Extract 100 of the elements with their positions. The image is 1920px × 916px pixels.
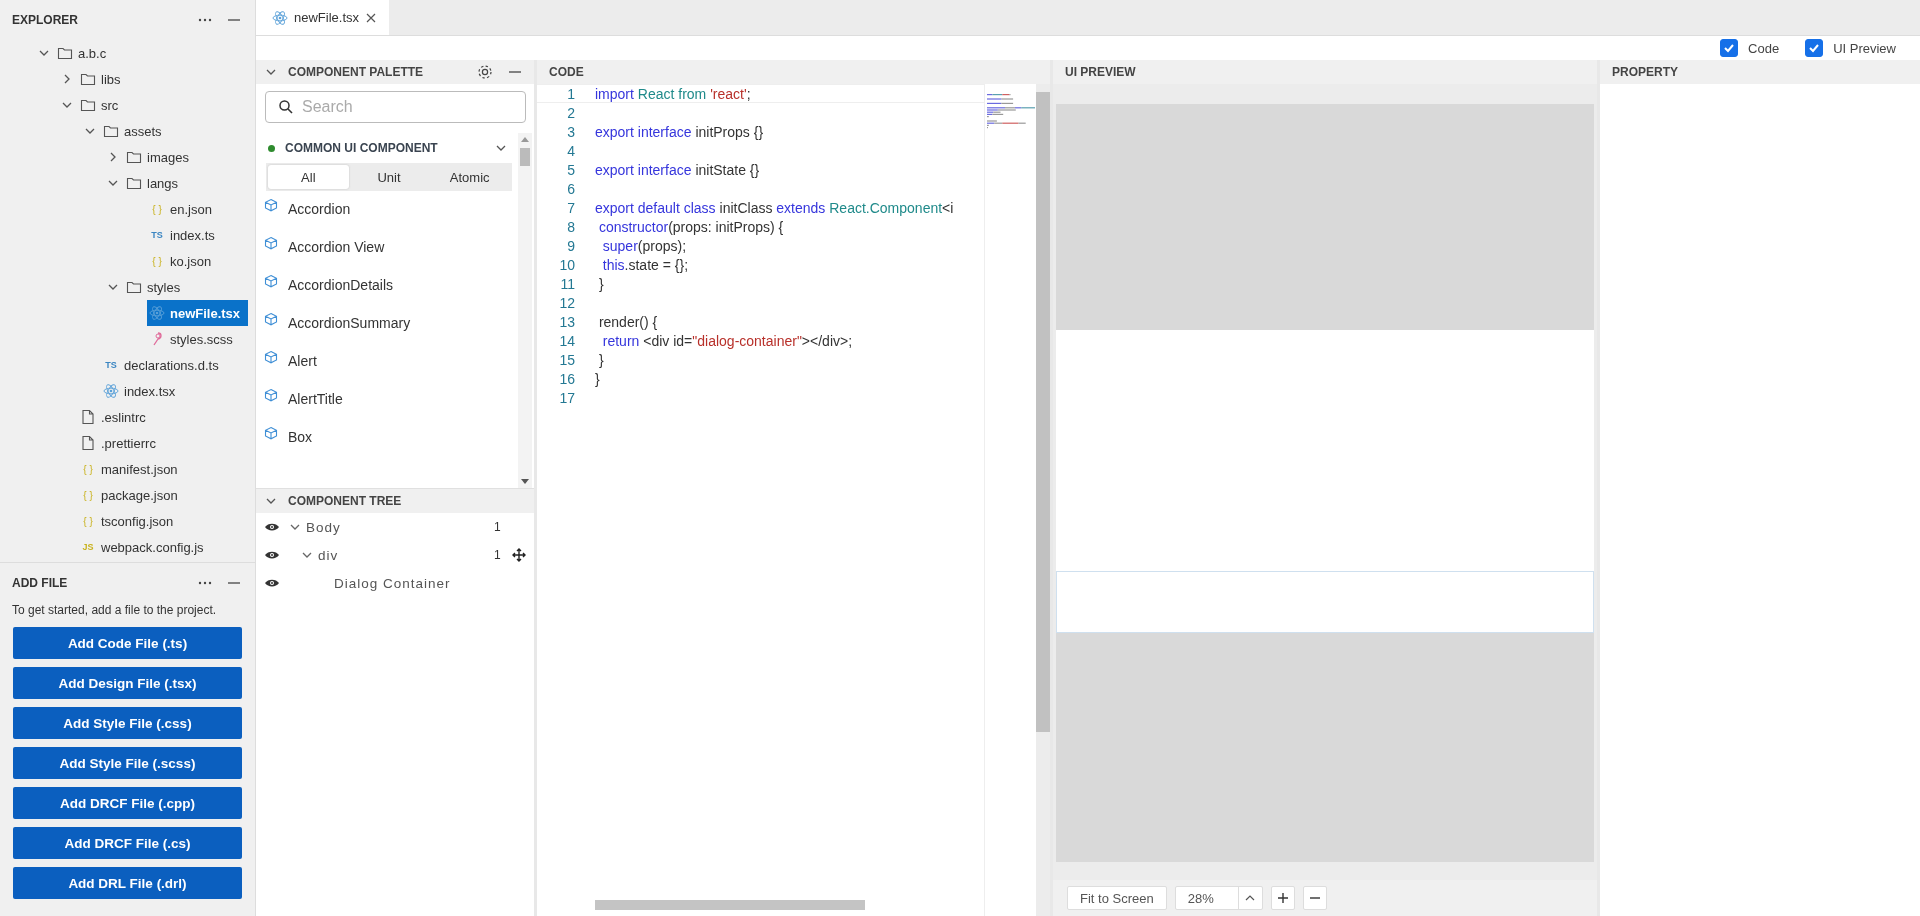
panel-title: EXPLORER <box>12 13 79 27</box>
scrollbar[interactable] <box>1036 84 1050 916</box>
panel-title: COMPONENT TREE <box>288 494 402 508</box>
zoom-out-button[interactable] <box>1302 886 1327 910</box>
tree-item[interactable]: { } manifest.json <box>78 456 186 482</box>
scrollbar[interactable] <box>518 133 532 488</box>
line-number: 7 <box>566 199 575 216</box>
line-number: 8 <box>566 218 575 235</box>
tree-item[interactable]: newFile.tsx <box>147 300 249 326</box>
add-file-button[interactable]: Add Style File (.css) <box>13 707 242 739</box>
line-number: 3 <box>566 123 575 140</box>
line-number: 6 <box>566 180 575 197</box>
filter-tab[interactable]: All <box>268 165 349 189</box>
category-title: COMMON UI COMPONENT <box>285 141 438 155</box>
folder-icon <box>126 149 142 165</box>
tree-item[interactable]: JS webpack.config.js <box>78 534 212 560</box>
line-number: 4 <box>566 142 575 159</box>
add-file-button[interactable]: Add Design File (.tsx) <box>13 667 242 699</box>
line-number: 13 <box>558 313 575 330</box>
component-item[interactable]: Alert <box>288 352 317 370</box>
zoom-field[interactable]: 28% <box>1174 886 1263 910</box>
tree-node[interactable]: div <box>318 547 339 563</box>
file-icon <box>80 409 96 425</box>
component-item[interactable]: AccordionDetails <box>288 276 394 294</box>
add-file-button[interactable]: Add DRL File (.drl) <box>13 867 242 899</box>
code-line: return <div id="dialog-container"></div>; <box>601 332 853 349</box>
tree-item[interactable]: { } ko.json <box>147 248 220 274</box>
checkbox[interactable] <box>1805 39 1824 57</box>
line-number: 14 <box>558 332 575 349</box>
tree-item[interactable]: { } package.json <box>78 482 186 508</box>
eye-icon[interactable] <box>264 521 280 533</box>
code-line: export interface initProps {} <box>595 123 764 140</box>
fit-to-screen-button[interactable]: Fit to Screen <box>1067 886 1167 910</box>
folder-icon <box>80 71 96 87</box>
tree-node[interactable]: Dialog Container <box>334 575 451 591</box>
tree-item[interactable]: { } tsconfig.json <box>78 508 182 534</box>
component-item[interactable]: Accordion <box>288 200 351 218</box>
cube-icon <box>264 198 278 212</box>
zoom-in-button[interactable] <box>1270 886 1295 910</box>
settings-icon[interactable] <box>476 63 494 81</box>
code-line: render() { <box>597 313 658 330</box>
line-number: 1 <box>566 85 575 102</box>
tree-item[interactable]: { } en.json <box>147 196 220 222</box>
eye-icon[interactable] <box>264 549 280 561</box>
filter-tab[interactable]: Atomic <box>429 165 510 189</box>
add-file-button[interactable]: Add DRCF File (.cpp) <box>13 787 242 819</box>
add-file-button[interactable]: Add Style File (.scss) <box>13 747 242 779</box>
cube-icon <box>264 388 278 402</box>
file-type-label: { } <box>151 203 163 215</box>
code-line: export default class initClass extends React.Component<i <box>595 199 954 216</box>
component-item[interactable]: Accordion View <box>288 238 385 256</box>
file-type-label: JS <box>81 542 95 552</box>
file-type-label: { } <box>82 515 94 527</box>
tree-item[interactable]: TS index.ts <box>147 222 223 248</box>
atom-icon <box>149 305 165 321</box>
eye-icon[interactable] <box>264 577 280 589</box>
line-number: 11 <box>559 275 575 292</box>
tree-node[interactable]: Body <box>306 519 341 535</box>
component-item[interactable]: AlertTitle <box>288 390 343 408</box>
panel-title: PROPERTY <box>1612 65 1678 79</box>
move-icon[interactable] <box>512 548 526 562</box>
tree-item[interactable]: images <box>124 144 197 170</box>
component-item[interactable]: AccordionSummary <box>288 314 411 332</box>
tree-item[interactable]: styles.scss <box>147 326 241 352</box>
panel-title: CODE <box>549 65 584 79</box>
close-icon[interactable] <box>365 11 378 24</box>
scrollbar[interactable] <box>595 900 865 910</box>
tree-item[interactable]: TS declarations.d.ts <box>101 352 227 378</box>
tree-item[interactable]: src <box>78 92 127 118</box>
line-number: 15 <box>558 351 575 368</box>
folder-icon <box>103 123 119 139</box>
line-number: 16 <box>558 370 575 387</box>
filter-tab[interactable]: Unit <box>348 165 430 189</box>
search-field[interactable]: Search <box>265 91 526 123</box>
line-number: 9 <box>566 237 575 254</box>
tree-item[interactable]: assets <box>101 118 170 144</box>
tree-item[interactable]: .eslintrc <box>78 404 154 430</box>
component-item[interactable]: Box <box>288 428 313 446</box>
count-text: 1 <box>494 520 502 534</box>
tree-item[interactable]: libs <box>78 66 129 92</box>
add-file-button[interactable]: Add DRCF File (.cs) <box>13 827 242 859</box>
line-number: 10 <box>558 256 575 273</box>
checkbox-label[interactable]: UI Preview <box>1833 40 1896 56</box>
checkbox[interactable] <box>1720 39 1739 57</box>
count-text: 1 <box>494 548 502 562</box>
editor-tab[interactable]: newFile.tsx <box>256 0 390 35</box>
folder-icon <box>126 175 142 191</box>
tree-item[interactable]: langs <box>124 170 187 196</box>
file-icon <box>80 435 96 451</box>
add-file-button[interactable]: Add Code File (.ts) <box>13 627 242 659</box>
folder-icon <box>80 97 96 113</box>
panel-title: ADD FILE <box>12 576 69 590</box>
tree-item[interactable]: index.tsx <box>101 378 184 404</box>
code-line: this.state = {}; <box>601 256 688 273</box>
cube-icon <box>264 236 278 250</box>
tree-item[interactable]: a.b.c <box>55 40 115 66</box>
tree-item[interactable]: styles <box>124 274 189 300</box>
code-line: } <box>595 370 600 387</box>
tree-item[interactable]: .prettierrc <box>78 430 164 456</box>
checkbox-label[interactable]: Code <box>1748 40 1780 56</box>
